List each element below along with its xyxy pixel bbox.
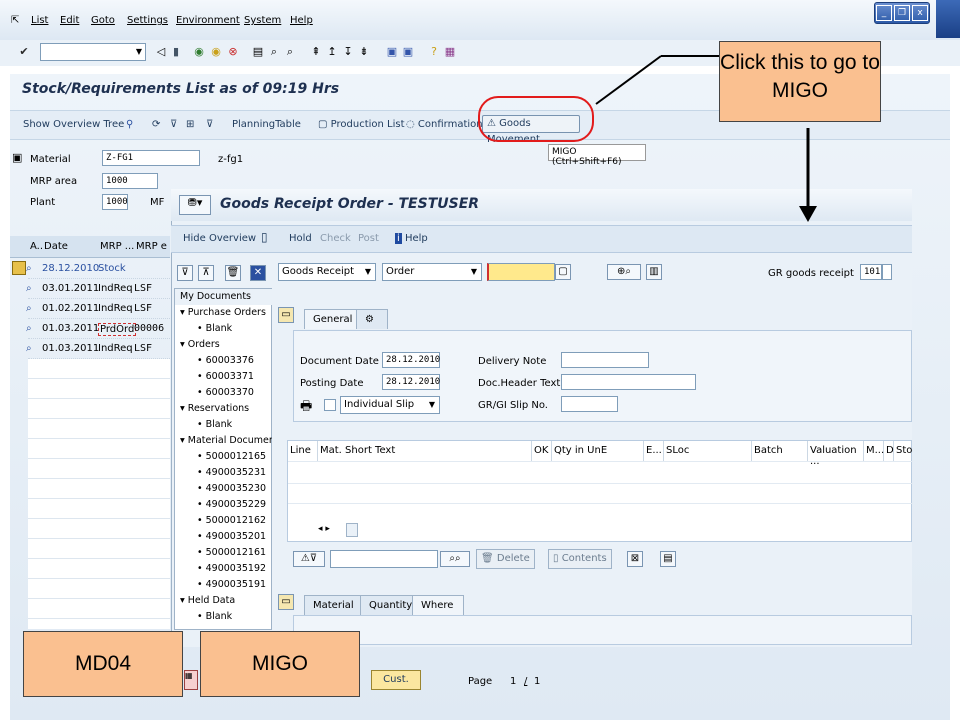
migo-callout: MIGO bbox=[200, 631, 360, 697]
callout-pointer-line bbox=[595, 55, 662, 105]
arrow-down-head bbox=[799, 206, 817, 222]
migo-hint-callout: Click this to go to MIGO bbox=[719, 41, 881, 122]
md04-callout: MD04 bbox=[23, 631, 183, 697]
